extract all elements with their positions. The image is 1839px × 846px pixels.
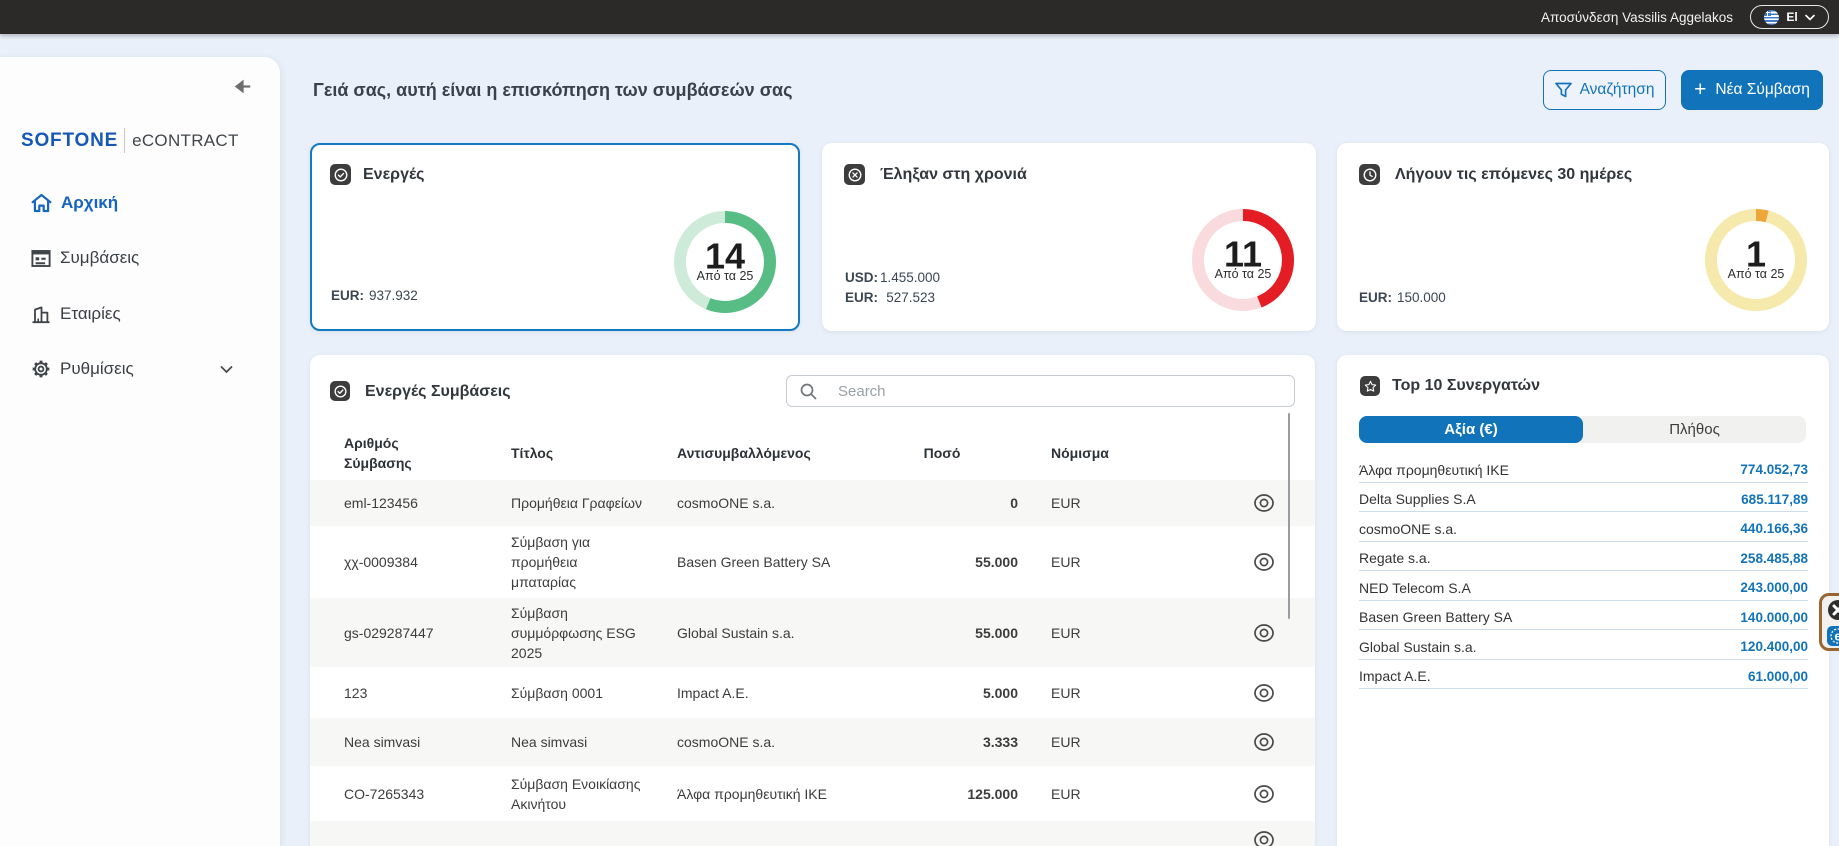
svg-text:Από τα 25: Από τα 25 [697,269,754,283]
svg-text:Από τα 25: Από τα 25 [1728,267,1785,281]
svg-text:e: e [1834,628,1839,643]
svg-text:Από τα 25: Από τα 25 [1215,267,1272,281]
